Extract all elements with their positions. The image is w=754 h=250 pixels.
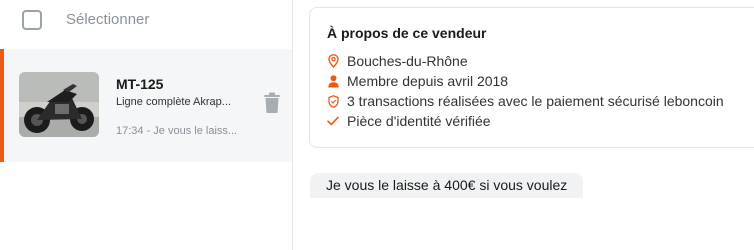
seller-member-since-text: Membre depuis avril 2018 (347, 73, 509, 89)
select-all-label: Sélectionner (66, 11, 150, 28)
listing-thumbnail (19, 72, 99, 137)
seller-id-verified-text: Pièce d'identité vérifiée (347, 113, 491, 129)
checkmark-icon (327, 114, 339, 128)
select-all-checkbox[interactable] (22, 10, 42, 30)
conversation-title: MT-125 (116, 76, 164, 92)
conversation-item[interactable]: MT-125 Ligne complète Akrap... 17:34 - J… (0, 49, 292, 162)
trash-icon[interactable] (263, 92, 281, 114)
select-all-row: Sélectionner (0, 0, 292, 48)
seller-transactions: 3 transactions réalisées avec le paiemen… (327, 92, 724, 110)
conversation-last-message: 17:34 - Je vous le laiss... (116, 125, 238, 137)
seller-id-verified: Pièce d'identité vérifiée (327, 112, 491, 130)
seller-info-card: À propos de ce vendeur Bouches-du-Rhône … (309, 7, 754, 148)
seller-location: Bouches-du-Rhône (327, 52, 468, 70)
conversation-list-panel: Sélectionner MT-125 Ligne complète Akrap… (0, 0, 293, 250)
shield-icon (327, 94, 339, 108)
seller-card-title: À propos de ce vendeur (327, 25, 487, 41)
conversation-subtitle: Ligne complète Akrap... (116, 96, 231, 108)
seller-transactions-text: 3 transactions réalisées avec le paiemen… (347, 93, 724, 109)
user-icon (327, 74, 339, 88)
seller-member-since: Membre depuis avril 2018 (327, 72, 508, 90)
message-bubble: Je vous le laisse à 400€ si vous voulez (310, 173, 584, 198)
location-pin-icon (327, 54, 339, 68)
seller-location-text: Bouches-du-Rhône (347, 53, 468, 69)
